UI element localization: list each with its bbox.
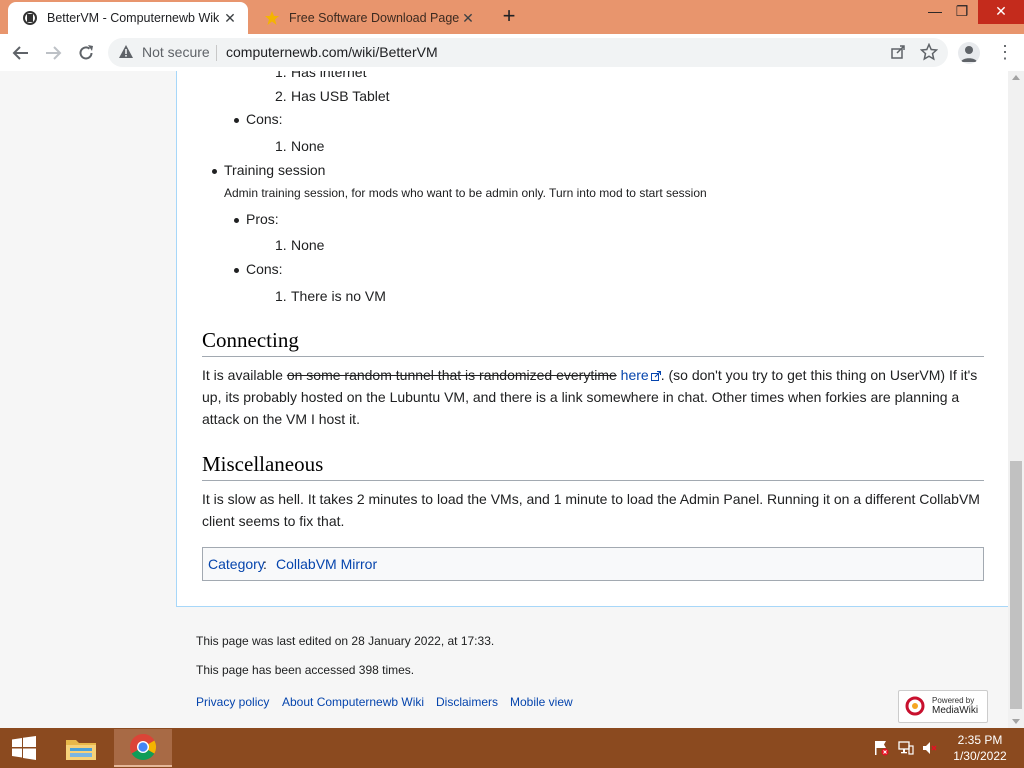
connecting-text-before: It is available — [202, 367, 287, 383]
tab-bettervm[interactable]: BetterVM - Computernewb Wiki ✕ — [8, 2, 248, 34]
page-scrollbar[interactable] — [1008, 71, 1024, 728]
share-icon[interactable] — [890, 44, 906, 65]
list-item: Has USB Tablet — [291, 88, 390, 104]
list-number: 2. — [275, 88, 287, 104]
footer-link-disclaimers[interactable]: Disclaimers — [436, 695, 498, 709]
misc-paragraph: It is slow as hell. It takes 2 minutes t… — [202, 491, 980, 529]
forward-icon[interactable] — [40, 40, 66, 66]
heading-miscellaneous: Miscellaneous — [202, 452, 324, 476]
bullet — [234, 268, 239, 273]
action-center-flag-icon[interactable] — [873, 740, 889, 756]
address-bar[interactable]: Not secure computernewb.com/wiki/BetterV… — [108, 38, 948, 67]
scroll-up-arrow-icon[interactable] — [1012, 75, 1020, 80]
close-window-button[interactable]: ✕ — [978, 0, 1024, 24]
cons-label: Cons: — [246, 261, 283, 277]
struck-text: on some random tunnel that is randomized… — [286, 367, 617, 383]
heading-divider — [202, 356, 984, 357]
accessed-text: This page has been accessed 398 times. — [196, 663, 415, 677]
list-number: 1. — [275, 138, 287, 154]
pros-label: Pros: — [246, 211, 279, 227]
bookmark-star-icon[interactable] — [919, 42, 939, 66]
bullet — [234, 218, 239, 223]
tab-title: BetterVM - Computernewb Wiki — [47, 11, 219, 25]
back-icon[interactable] — [8, 40, 34, 66]
connecting-paragraph: It is available on some random tunnel th… — [202, 364, 984, 430]
heading-divider — [202, 480, 984, 481]
list-number: 1. — [275, 288, 287, 304]
maximize-button[interactable]: ❐ — [946, 0, 978, 24]
training-description: Admin training session, for mods who wan… — [224, 186, 707, 200]
menu-kebab-icon[interactable]: ⋮ — [996, 40, 1014, 64]
heading-connecting: Connecting — [202, 328, 299, 352]
security-label[interactable]: Not secure — [142, 44, 210, 60]
browser-toolbar: Not secure computernewb.com/wiki/BetterV… — [0, 34, 1024, 72]
training-title: Training session — [224, 162, 326, 178]
footer-link-about[interactable]: About Computernewb Wiki — [282, 695, 424, 709]
profile-avatar-icon[interactable] — [958, 42, 980, 64]
clock-time: 2:35 PM — [957, 733, 1003, 747]
star-icon — [264, 10, 280, 26]
taskbar-clock[interactable]: 2:35 PM 1/30/2022 — [950, 732, 1010, 764]
mediawiki-label: MediaWiki — [932, 705, 979, 716]
list-item: There is no VM — [291, 288, 386, 304]
url-text[interactable]: computernewb.com/wiki/BetterVM — [226, 44, 438, 60]
reload-icon[interactable] — [73, 40, 99, 66]
tab-close-icon[interactable]: ✕ — [222, 10, 238, 26]
file-explorer-icon[interactable] — [52, 729, 110, 767]
bullet — [234, 118, 239, 123]
list-item: None — [291, 138, 325, 154]
bullet — [212, 169, 217, 174]
warning-icon[interactable] — [118, 44, 134, 65]
here-link[interactable]: here — [621, 367, 649, 383]
external-link-icon — [650, 371, 661, 381]
windows-start-icon[interactable] — [0, 728, 48, 768]
list-number: 1. — [275, 237, 287, 253]
list-number: 1. — [275, 71, 287, 80]
tab-close-icon[interactable]: ✕ — [460, 10, 476, 26]
footer-link-mobile-view[interactable]: Mobile view — [510, 695, 573, 709]
mediawiki-logo-icon — [905, 696, 925, 716]
powered-by-mediawiki-badge[interactable]: Powered by MediaWiki — [898, 690, 988, 723]
new-tab-button[interactable]: + — [498, 5, 520, 28]
category-colon: : — [263, 556, 267, 572]
clock-date: 1/30/2022 — [953, 749, 1007, 763]
tab-title: Free Software Download Page - S — [289, 11, 461, 25]
network-icon[interactable] — [898, 740, 914, 756]
list-item: Has internet — [291, 71, 367, 80]
omnibox-divider — [216, 45, 217, 61]
category-box: Category : CollabVM Mirror — [202, 547, 984, 581]
page-viewport: 1. Has internet 2. Has USB Tablet Cons: … — [0, 71, 1008, 728]
category-label-link[interactable]: Category — [208, 556, 265, 572]
tab-strip: BetterVM - Computernewb Wiki ✕ Free Soft… — [0, 0, 1024, 34]
windows-taskbar: 2:35 PM 1/30/2022 — [0, 728, 1024, 768]
volume-muted-icon[interactable] — [922, 740, 938, 756]
wiki-logo-icon — [22, 10, 38, 26]
list-item: None — [291, 237, 325, 253]
scrollbar-thumb[interactable] — [1010, 461, 1022, 709]
category-link-collabvm-mirror[interactable]: CollabVM Mirror — [276, 556, 377, 572]
footer-link-privacy[interactable]: Privacy policy — [196, 695, 269, 709]
chrome-icon[interactable] — [114, 729, 172, 767]
last-edited-text: This page was last edited on 28 January … — [196, 634, 495, 648]
powered-by-label: Powered by — [932, 696, 975, 705]
cons-label: Cons: — [246, 111, 283, 127]
wiki-content: 1. Has internet 2. Has USB Tablet Cons: … — [176, 71, 1008, 607]
scroll-down-arrow-icon[interactable] — [1012, 719, 1020, 724]
tab-free-software[interactable]: Free Software Download Page - S ✕ — [250, 2, 486, 34]
